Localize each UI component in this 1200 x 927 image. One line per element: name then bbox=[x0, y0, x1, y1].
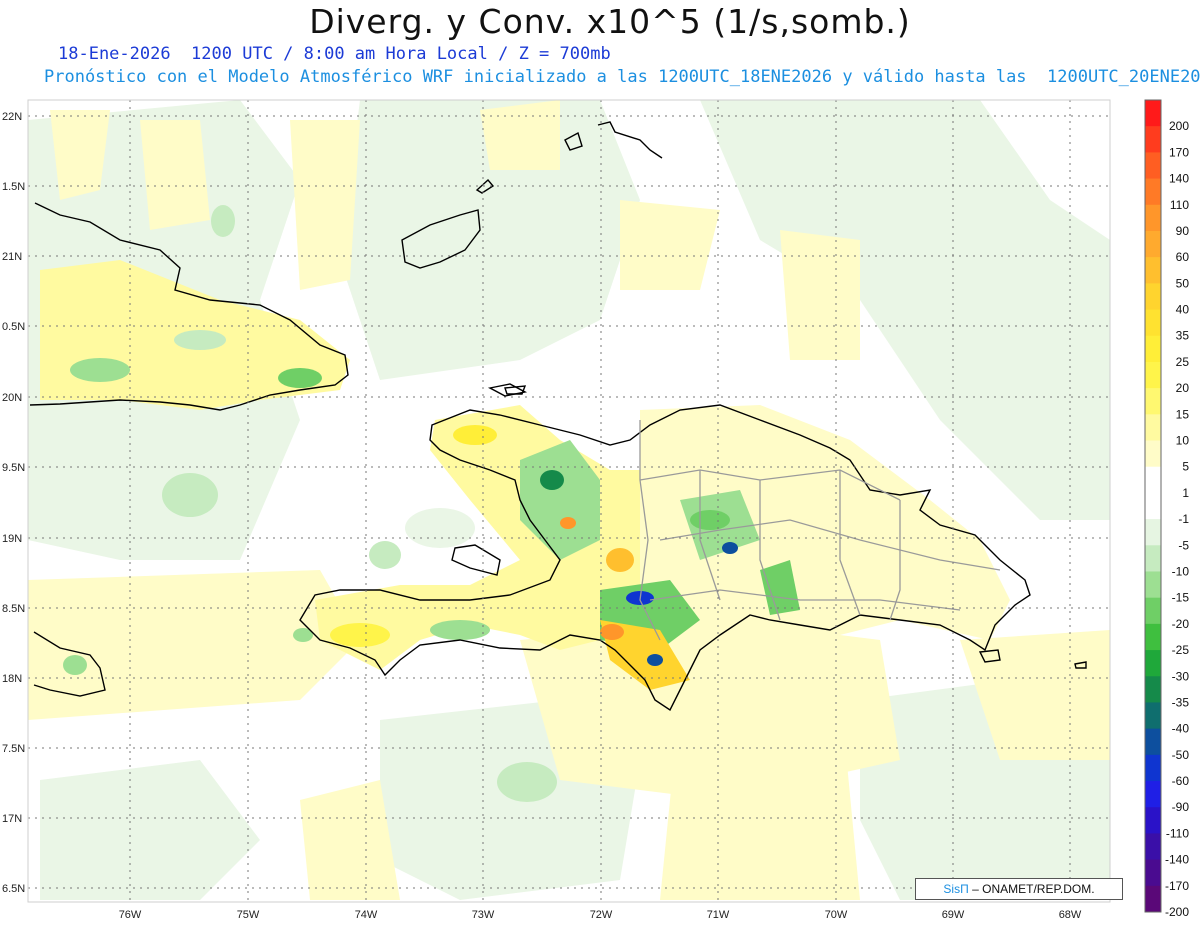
lat-label: 9.5N bbox=[2, 462, 25, 474]
lat-label: 19N bbox=[2, 533, 22, 545]
lat-label: 8.5N bbox=[2, 603, 25, 615]
colorbar-swatch bbox=[1145, 178, 1161, 206]
field-layer bbox=[28, 100, 1110, 902]
colorbar-label: 1 bbox=[1182, 486, 1189, 500]
colorbar-label: 90 bbox=[1176, 224, 1190, 238]
colorbar-swatch bbox=[1145, 335, 1161, 363]
colorbar-swatch bbox=[1145, 466, 1161, 494]
colorbar-swatch bbox=[1145, 597, 1161, 625]
colorbar-label: -30 bbox=[1172, 669, 1190, 683]
colorbar-swatch bbox=[1145, 885, 1161, 913]
colorbar-label: -110 bbox=[1166, 826, 1189, 840]
colorbar-swatch bbox=[1145, 100, 1161, 127]
colorbar-label: -5 bbox=[1178, 538, 1189, 552]
colorbar-swatch bbox=[1145, 414, 1161, 442]
colorbar-label: 15 bbox=[1176, 407, 1190, 421]
colorbar-label: 170 bbox=[1169, 145, 1189, 159]
colorbar-label: 35 bbox=[1176, 329, 1190, 343]
colorbar-label: 25 bbox=[1176, 355, 1190, 369]
colorbar-label: -35 bbox=[1172, 695, 1190, 709]
lat-label: 17N bbox=[2, 813, 22, 825]
colorbar-label: 10 bbox=[1176, 434, 1190, 448]
lat-label: 21N bbox=[2, 251, 22, 263]
colorbar-swatch bbox=[1145, 519, 1161, 546]
colorbar-label: -170 bbox=[1165, 879, 1189, 893]
divergence-map: 22N 1.5N 21N 0.5N 20N 9.5N 19N 8.5N 18N … bbox=[2, 99, 1190, 921]
colorbar-swatch bbox=[1145, 623, 1161, 651]
colorbar-swatch bbox=[1145, 807, 1161, 834]
colorbar-label: 50 bbox=[1176, 276, 1190, 290]
credit-box: SisΠ – ONAMET/REP.DOM. bbox=[915, 878, 1123, 900]
colorbar-swatch bbox=[1145, 440, 1161, 468]
colorbar-label: 5 bbox=[1182, 460, 1189, 474]
lat-label: 6.5N bbox=[2, 883, 25, 895]
lon-label: 74W bbox=[355, 909, 378, 921]
colorbar-label: -20 bbox=[1172, 617, 1190, 631]
colorbar-label: 140 bbox=[1169, 172, 1189, 186]
colorbar-swatch bbox=[1145, 676, 1161, 703]
colorbar-swatch bbox=[1145, 571, 1161, 599]
lat-label: 18N bbox=[2, 673, 22, 685]
lat-label: 1.5N bbox=[2, 181, 25, 193]
colorbar-swatch bbox=[1145, 257, 1161, 284]
credit-brand: SisΠ bbox=[943, 882, 969, 896]
lon-label: 73W bbox=[472, 909, 495, 921]
colorbar-label: -200 bbox=[1165, 905, 1189, 919]
lon-label: 75W bbox=[237, 909, 260, 921]
colorbar-label: -1 bbox=[1178, 512, 1189, 526]
colorbar-label: -15 bbox=[1172, 591, 1190, 605]
colorbar-swatch bbox=[1145, 702, 1161, 730]
colorbar-swatch bbox=[1145, 204, 1161, 232]
lon-label: 76W bbox=[119, 909, 142, 921]
longitude-labels: 76W 75W 74W 73W 72W 71W 70W 69W 68W bbox=[119, 909, 1082, 921]
lon-label: 70W bbox=[825, 909, 848, 921]
colorbar-label: 200 bbox=[1169, 119, 1189, 133]
lat-label: 20N bbox=[2, 392, 22, 404]
colorbar-swatch bbox=[1145, 309, 1161, 337]
colorbar-label: 40 bbox=[1176, 303, 1190, 317]
colorbar-swatch bbox=[1145, 388, 1161, 415]
colorbar-swatch bbox=[1145, 230, 1161, 258]
colorbar-label: 60 bbox=[1176, 250, 1190, 264]
latitude-labels: 22N 1.5N 21N 0.5N 20N 9.5N 19N 8.5N 18N … bbox=[2, 111, 25, 895]
colorbar-label: 110 bbox=[1170, 198, 1189, 212]
colorbar-label: -40 bbox=[1172, 722, 1190, 736]
colorbar-label: -25 bbox=[1172, 643, 1190, 657]
lat-label: 7.5N bbox=[2, 743, 25, 755]
lat-label: 22N bbox=[2, 111, 22, 123]
colorbar-swatch bbox=[1145, 492, 1161, 520]
colorbar-label: -90 bbox=[1172, 800, 1190, 814]
lon-label: 72W bbox=[590, 909, 613, 921]
colorbar-swatch bbox=[1145, 781, 1161, 808]
colorbar-swatch bbox=[1145, 126, 1161, 153]
colorbar-swatch bbox=[1145, 361, 1161, 389]
colorbar-label: -60 bbox=[1172, 774, 1190, 788]
colorbar-swatch bbox=[1145, 545, 1161, 572]
colorbar-swatch bbox=[1145, 833, 1161, 861]
colorbar-swatch bbox=[1145, 283, 1161, 311]
lon-label: 71W bbox=[707, 909, 730, 921]
colorbar-swatch bbox=[1145, 754, 1161, 782]
colorbar-label: -50 bbox=[1172, 748, 1190, 762]
colorbar-label: 20 bbox=[1176, 381, 1190, 395]
colorbar-swatch bbox=[1145, 859, 1161, 887]
colorbar: 200 170 140 110 90 60 50 40 35 25 20 15 10 5 1 -1 -5 -10 -… bbox=[1144, 99, 1190, 919]
lon-label: 69W bbox=[942, 909, 965, 921]
colorbar-label: -140 bbox=[1165, 853, 1189, 867]
lat-label: 0.5N bbox=[2, 321, 25, 333]
credit-text: – ONAMET/REP.DOM. bbox=[972, 882, 1095, 896]
colorbar-swatch bbox=[1145, 650, 1161, 677]
colorbar-swatch bbox=[1145, 152, 1161, 180]
colorbar-label: -10 bbox=[1172, 564, 1190, 578]
colorbar-swatch bbox=[1145, 728, 1161, 756]
lon-label: 68W bbox=[1059, 909, 1082, 921]
